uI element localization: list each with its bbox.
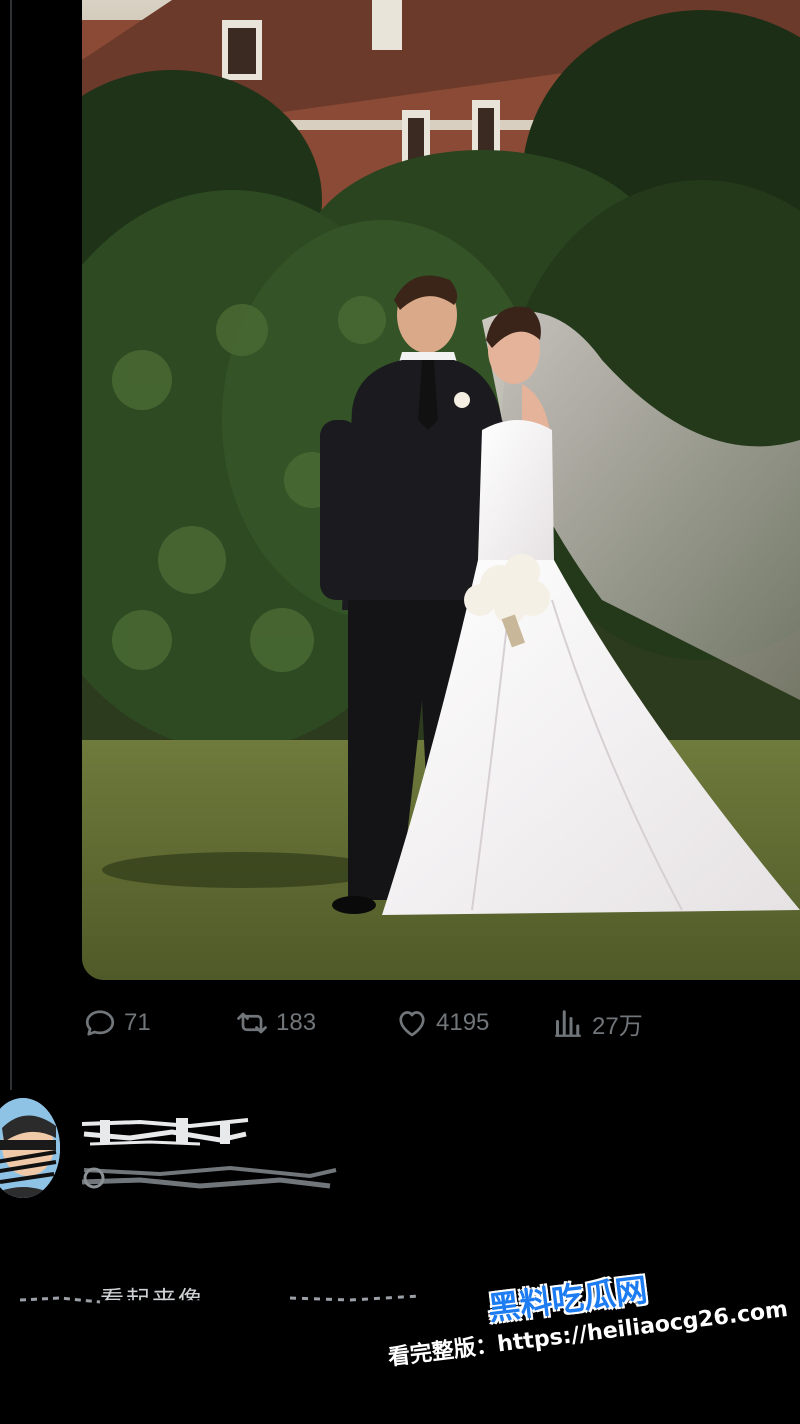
post-action-bar: 71 183 4195 27万 (82, 1000, 682, 1046)
avatar-illustration (0, 1098, 60, 1198)
avatar[interactable] (0, 1098, 60, 1198)
redacted-reply-text (20, 1294, 421, 1304)
analytics-icon (555, 1010, 581, 1037)
thread-connector-line (10, 0, 12, 1090)
view-count: 27万 (592, 1012, 643, 1040)
timeline: 71 183 4195 27万 看起来像 黑料吃瓜网 看完整版：https://… (0, 0, 800, 1424)
post-photo[interactable] (82, 0, 800, 980)
retweet-count: 183 (276, 1009, 317, 1036)
like-button[interactable]: 4195 (394, 1000, 489, 1046)
heart-icon (399, 1011, 425, 1037)
retweet-button[interactable]: 183 (234, 1000, 316, 1046)
retweet-icon (237, 1012, 267, 1034)
wedding-photo-illustration (82, 0, 800, 980)
reply-button[interactable]: 71 (82, 1000, 151, 1046)
comment-icon (85, 1010, 115, 1036)
redacted-handle (81, 1165, 337, 1189)
redacted-display-name (81, 1118, 249, 1146)
watermark-label: 看完整版： (386, 1332, 500, 1371)
reply-count: 71 (124, 1009, 151, 1036)
like-count: 4195 (436, 1009, 490, 1036)
views-button[interactable]: 27万 (550, 1000, 643, 1046)
